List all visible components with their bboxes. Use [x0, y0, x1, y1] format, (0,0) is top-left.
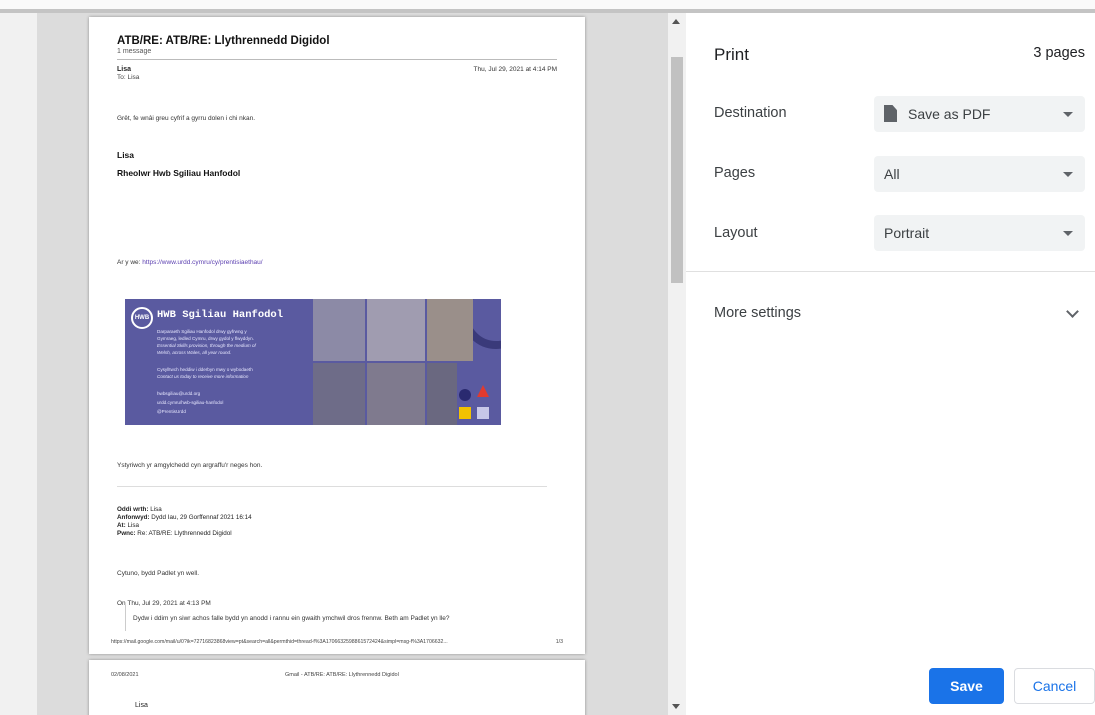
to-line: At: Lisa: [117, 522, 140, 529]
layout-value: Portrait: [884, 225, 930, 241]
email-subject: ATB/RE: ATB/RE: Llythrennedd Digidol: [117, 35, 330, 47]
hwb-banner-image: HWB HWB Sgiliau Hanfodol Darparaeth Sgil…: [125, 299, 501, 425]
more-settings-toggle[interactable]: More settings: [714, 305, 801, 321]
destination-label: Destination: [714, 105, 787, 121]
banner-text: Contact us today to receive more informa…: [157, 374, 249, 379]
banner-text: Cysylltwch heddiw i dderbyn mwy o wyboda…: [157, 367, 253, 372]
preview-scrollbar[interactable]: [668, 13, 686, 715]
signature-role: Rheolwr Hwb Sgiliau Hanfodol: [117, 168, 241, 178]
banner-photo: [313, 363, 365, 425]
settings-divider: [686, 271, 1095, 272]
header-rule: [117, 59, 557, 60]
quoted-text: Dydw i ddim yn siwr achos falle bydd yn …: [133, 615, 450, 622]
gov-badge: [477, 407, 489, 419]
banner-photo: [427, 363, 457, 425]
urdd-badge: [459, 389, 471, 401]
banner-photo: [313, 299, 365, 361]
page-footer-url: https://mail.google.com/mail/u/0?ik=7271…: [111, 639, 448, 645]
banner-social: @PrentisUrdd: [157, 409, 186, 414]
banner-text: Gymraeg, ledled Cymru, drwy gydol y flwy…: [157, 336, 255, 341]
hwb-logo: HWB: [131, 307, 153, 329]
print-dialog: ATB/RE: ATB/RE: Llythrennedd Digidol 1 m…: [0, 0, 1095, 715]
banner-text: Essential Skills provision, through the …: [157, 343, 256, 348]
save-button[interactable]: Save: [929, 668, 1004, 704]
scroll-up-arrow-icon[interactable]: [672, 19, 680, 24]
page2-first-line: Lisa: [135, 702, 148, 709]
message-date: Thu, Jul 29, 2021 at 4:14 PM: [473, 66, 557, 73]
destination-value: Save as PDF: [908, 106, 991, 122]
page2-header-title: Gmail - ATB/RE: ATB/RE: Llythrennedd Dig…: [285, 672, 399, 678]
destination-select[interactable]: Save as PDF: [874, 96, 1085, 132]
signature-name: Lisa: [117, 150, 135, 160]
layout-select[interactable]: Portrait: [874, 215, 1085, 251]
print-title: Print: [714, 45, 749, 64]
scrollbar-thumb[interactable]: [671, 57, 683, 283]
chevron-down-icon: [1063, 231, 1073, 236]
recipient-line: To: Lisa: [117, 74, 140, 81]
quote-header: On Thu, Jul 29, 2021 at 4:13 PM: [117, 600, 211, 607]
chevron-down-icon: [1063, 112, 1073, 117]
banner-photo: [427, 299, 473, 361]
preview-page-2: 02/08/2021 Gmail - ATB/RE: ATB/RE: Llyth…: [89, 660, 585, 715]
page-number: 1/3: [555, 639, 563, 645]
layout-label: Layout: [714, 225, 758, 241]
banner-photo: [367, 299, 425, 361]
chevron-down-icon: [1063, 172, 1073, 177]
chevron-down-icon[interactable]: [1066, 305, 1079, 318]
quote-bar: [125, 605, 126, 631]
page-count: 3 pages: [1033, 45, 1085, 61]
print-settings-panel: Print 3 pages Destination Save as PDF Pa…: [686, 13, 1095, 715]
banner-photo: [367, 363, 425, 425]
sender-name: Lisa: [117, 66, 132, 73]
scroll-down-arrow-icon[interactable]: [672, 704, 680, 709]
banner-url: urdd.cymru/hwb-sgiliau-hanfodol: [157, 400, 224, 405]
pages-label: Pages: [714, 165, 756, 181]
eu-badge: [459, 407, 471, 419]
website-link[interactable]: https://www.urdd.cymru/cy/prentisiaethau…: [142, 259, 262, 266]
body-line: Grêt, fe wnâi greu cyfrif a gyrru dolen …: [117, 115, 256, 122]
message-count: 1 message: [117, 48, 152, 55]
preview-page-1: ATB/RE: ATB/RE: Llythrennedd Digidol 1 m…: [89, 17, 585, 654]
pages-value: All: [884, 166, 900, 182]
from-line: Oddi wrth: Lisa: [117, 506, 162, 513]
banner-text: Darparaeth Sgiliau Hanfodol drwy gyfrwng…: [157, 329, 247, 334]
website-prefix: Ar y we:: [117, 259, 143, 266]
website-line: Ar y we: https://www.urdd.cymru/cy/prent…: [117, 259, 263, 266]
environment-note: Ystyriwch yr amgylchedd cyn argraffu'r n…: [117, 462, 263, 469]
banner-text: Welsh, across Wales, all year round.: [157, 350, 232, 355]
sent-line: Anfonwyd: Dydd Iau, 29 Gorffennaf 2021 1…: [117, 514, 252, 521]
page2-date: 02/08/2021: [111, 672, 139, 678]
subject-line: Pwnc: Re: ATB/RE: Llythrennedd Digidol: [117, 530, 232, 537]
banner-title: HWB Sgiliau Hanfodol: [157, 309, 284, 321]
preview-left-margin: [0, 13, 37, 715]
reply-line: Cytuno, bydd Padlet yn well.: [117, 570, 200, 577]
top-bar: [0, 0, 1095, 9]
triangle-badge: [477, 385, 489, 397]
print-preview-area[interactable]: ATB/RE: ATB/RE: Llythrennedd Digidol 1 m…: [0, 13, 668, 715]
document-icon: [884, 105, 897, 122]
pages-select[interactable]: All: [874, 156, 1085, 192]
cancel-button[interactable]: Cancel: [1014, 668, 1095, 704]
quote-separator: [117, 486, 547, 487]
banner-email: hwbsgiliau@urdd.org: [157, 391, 201, 396]
